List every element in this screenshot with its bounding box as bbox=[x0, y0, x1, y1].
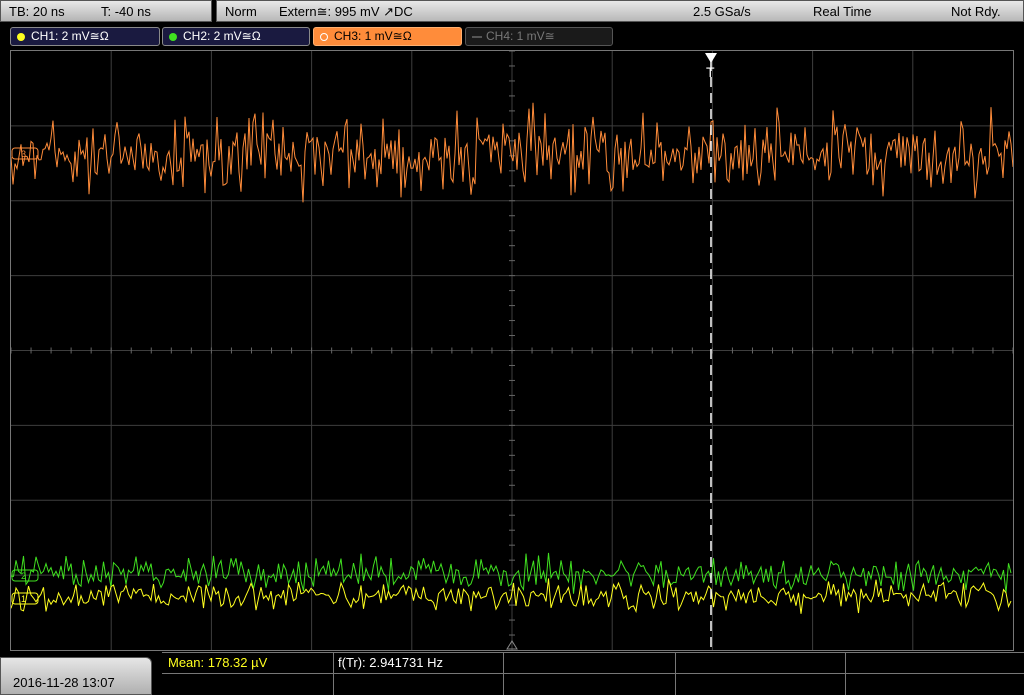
trigger-mode: Norm bbox=[225, 4, 257, 19]
measurement-empty-cell bbox=[504, 653, 676, 674]
trigger-marker-icon[interactable] bbox=[705, 53, 717, 63]
channel-4-indicator-icon bbox=[472, 36, 482, 38]
measurement-freq-cell[interactable]: f(Tr): 2.941731 Hz bbox=[334, 653, 504, 674]
datetime-label: 2016-11-28 13:07 bbox=[13, 675, 115, 690]
measurement-mean: Mean: 178.32 µV bbox=[168, 655, 268, 670]
measurement-mean-cell[interactable]: Mean: 178.32 µV bbox=[162, 653, 334, 674]
status-bar[interactable]: Norm Extern≅: 995 mV ↗DC 2.5 GSa/s Real … bbox=[216, 0, 1024, 22]
measurement-empty-cell bbox=[162, 674, 334, 695]
channel-1-marker-label: 1 bbox=[21, 594, 26, 604]
channel-2-tab[interactable]: CH2: 2 mV≅Ω bbox=[162, 27, 310, 46]
channel-3-indicator-icon bbox=[320, 33, 328, 41]
waveform-canvas: T 3 2 1 bbox=[10, 50, 1014, 650]
channel-1-tab[interactable]: CH1: 2 mV≅Ω bbox=[10, 27, 160, 46]
measurement-empty-cell bbox=[504, 674, 676, 695]
channel-2-indicator-icon bbox=[169, 33, 177, 41]
sample-rate: 2.5 GSa/s bbox=[693, 4, 751, 19]
channel-3-marker-label: 3 bbox=[21, 149, 26, 159]
graticule bbox=[10, 50, 1014, 650]
channel-2-label: CH2: 2 mV≅Ω bbox=[183, 29, 261, 43]
measurement-panel[interactable]: Mean: 178.32 µV f(Tr): 2.941731 Hz bbox=[162, 652, 1024, 695]
datetime-box: 2016-11-28 13:07 bbox=[0, 657, 152, 695]
channel-4-tab[interactable]: CH4: 1 mV≅ bbox=[465, 27, 613, 46]
measurement-empty-cell bbox=[676, 653, 846, 674]
top-bar: TB: 20 ns T: -40 ns Norm Extern≅: 995 mV… bbox=[0, 0, 1024, 24]
channel-4-label: CH4: 1 mV≅ bbox=[486, 29, 555, 43]
timebase-label: TB: 20 ns bbox=[9, 4, 65, 19]
measurement-empty-cell bbox=[676, 674, 846, 695]
trigger-position-label: T: -40 ns bbox=[101, 4, 151, 19]
measurement-frequency: f(Tr): 2.941731 Hz bbox=[338, 655, 444, 670]
waveform-display[interactable]: T 3 2 1 bbox=[10, 50, 1014, 651]
channel-tabs: CH1: 2 mV≅Ω CH2: 2 mV≅Ω CH3: 1 mV≅Ω CH4:… bbox=[0, 24, 1024, 48]
channel-3-tab[interactable]: CH3: 1 mV≅Ω bbox=[313, 27, 462, 46]
channel-3-label: CH3: 1 mV≅Ω bbox=[334, 29, 412, 43]
channel-2-waveform bbox=[10, 552, 1012, 594]
channel-1-label: CH1: 2 mV≅Ω bbox=[31, 29, 109, 43]
trigger-source: Extern≅: 995 mV ↗DC bbox=[279, 4, 413, 19]
channel-1-indicator-icon bbox=[17, 33, 25, 41]
channel-2-marker-label: 2 bbox=[21, 571, 26, 581]
measurement-empty-cell bbox=[846, 653, 1024, 674]
timebase-box[interactable]: TB: 20 ns T: -40 ns bbox=[0, 0, 212, 22]
measurement-empty-cell bbox=[334, 674, 504, 695]
run-status: Not Rdy. bbox=[951, 4, 1001, 19]
trigger-marker-label: T bbox=[706, 64, 715, 80]
measurement-empty-cell bbox=[846, 674, 1024, 695]
acquisition-mode: Real Time bbox=[813, 4, 872, 19]
